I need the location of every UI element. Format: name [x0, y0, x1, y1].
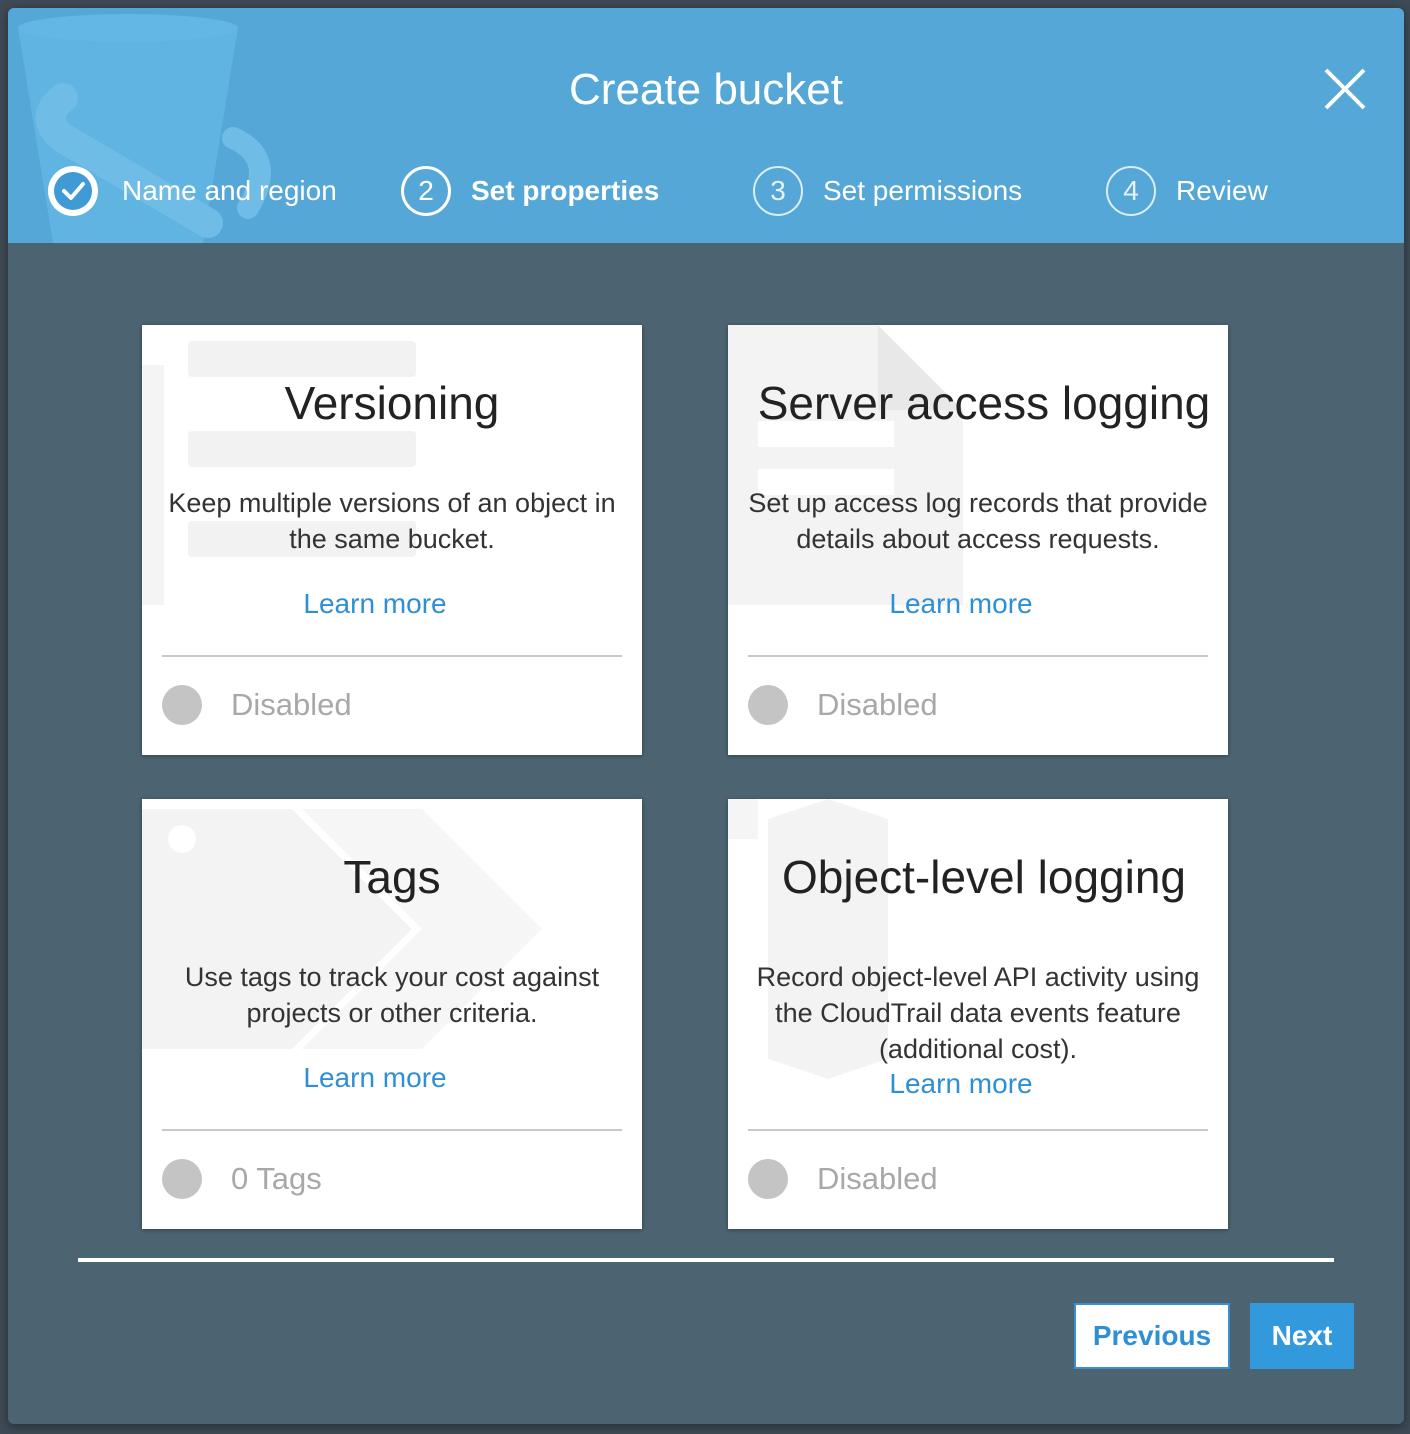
step-label: Name and region — [122, 175, 337, 206]
card-divider — [748, 655, 1208, 657]
card-status: Disabled — [748, 1157, 938, 1201]
step-label: Review — [1176, 175, 1268, 206]
card-description: Record object-level API activity using t… — [756, 962, 1200, 1064]
step-label: Set permissions — [823, 175, 1023, 206]
footer-divider — [78, 1258, 1334, 1262]
create-bucket-modal: Create bucket Name and region 2 Set prop… — [8, 8, 1404, 1424]
object-level-logging-card[interactable]: Object-level logging Record object-level… — [728, 799, 1228, 1229]
step-number: 4 — [1106, 166, 1156, 216]
status-dot-icon — [162, 1159, 202, 1199]
status-dot-icon — [162, 685, 202, 725]
card-status: Disabled — [162, 683, 352, 727]
card-title: Object-level logging — [781, 851, 1186, 903]
modal-title: Create bucket — [569, 65, 843, 114]
step-set-permissions[interactable]: 3 Set permissions — [753, 163, 1022, 219]
step-name-and-region[interactable]: Name and region — [48, 163, 337, 219]
previous-button[interactable]: Previous — [1074, 1303, 1230, 1369]
status-text: Disabled — [817, 687, 938, 722]
step-number: 3 — [753, 166, 803, 216]
close-icon — [1324, 68, 1366, 110]
card-divider — [162, 1129, 622, 1131]
card-status: 0 Tags — [162, 1157, 322, 1201]
step-review[interactable]: 4 Review — [1106, 163, 1268, 219]
learn-more-link[interactable]: Learn more — [142, 587, 608, 621]
card-title: Server access logging — [757, 377, 1211, 429]
close-button[interactable] — [1318, 62, 1372, 116]
step-number: 2 — [401, 166, 451, 216]
status-dot-icon — [748, 685, 788, 725]
status-text: 0 Tags — [231, 1161, 322, 1196]
card-description: Use tags to track your cost against proj… — [184, 962, 600, 1028]
status-text: Disabled — [231, 687, 352, 722]
next-button[interactable]: Next — [1250, 1303, 1354, 1369]
server-access-logging-card[interactable]: Server access logging Set up access log … — [728, 325, 1228, 755]
card-status: Disabled — [748, 683, 938, 727]
step-set-properties[interactable]: 2 Set properties — [401, 163, 659, 219]
versioning-card[interactable]: Versioning Keep multiple versions of an … — [142, 325, 642, 755]
learn-more-link[interactable]: Learn more — [728, 587, 1194, 621]
learn-more-link[interactable]: Learn more — [142, 1061, 608, 1095]
card-divider — [162, 655, 622, 657]
card-title: Tags — [343, 851, 441, 903]
learn-more-link[interactable]: Learn more — [728, 1067, 1194, 1101]
card-divider — [748, 1129, 1208, 1131]
card-description: Keep multiple versions of an object in t… — [168, 488, 616, 554]
card-title: Versioning — [284, 377, 500, 429]
checkmark-icon — [48, 166, 98, 216]
status-dot-icon — [748, 1159, 788, 1199]
step-label: Set properties — [471, 175, 660, 206]
modal-header: Create bucket Name and region 2 Set prop… — [8, 8, 1404, 243]
card-description: Set up access log records that provide d… — [748, 488, 1208, 554]
tags-card[interactable]: Tags Use tags to track your cost against… — [142, 799, 642, 1229]
status-text: Disabled — [817, 1161, 938, 1196]
